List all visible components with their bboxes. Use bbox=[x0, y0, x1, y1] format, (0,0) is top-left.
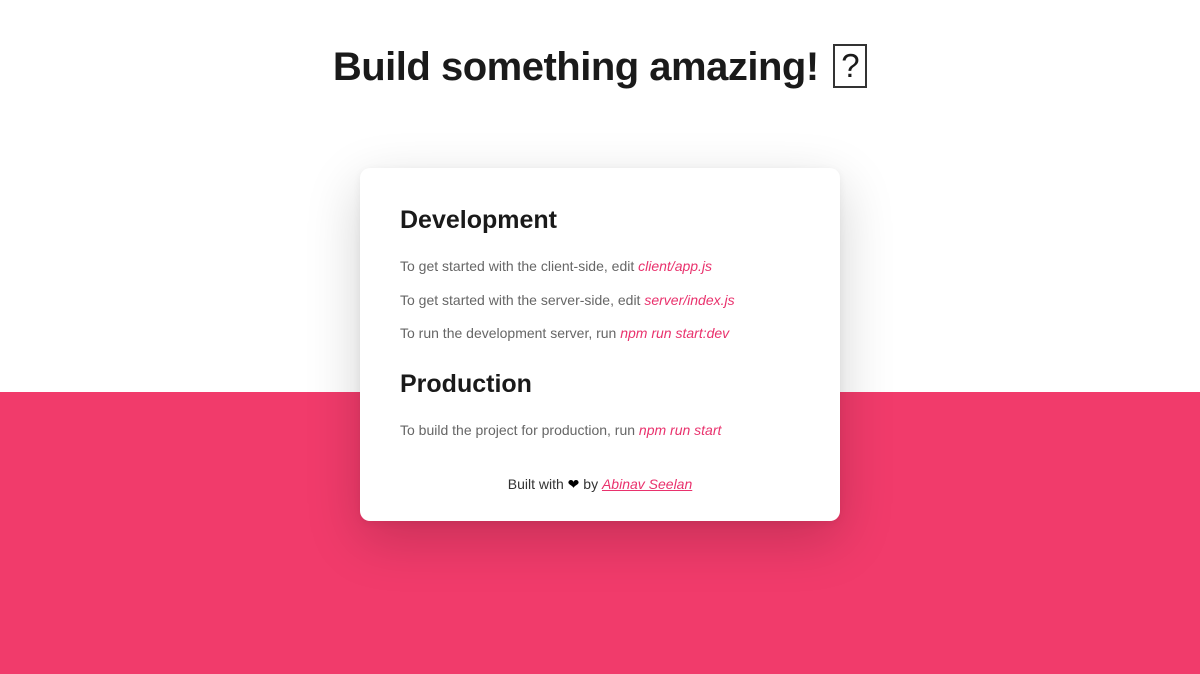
info-card: Development To get started with the clie… bbox=[360, 168, 840, 521]
footer-prefix: Built with bbox=[508, 476, 568, 492]
prod-line-build: To build the project for production, run… bbox=[400, 421, 800, 441]
dev-line-server-text: To get started with the server-side, edi… bbox=[400, 292, 644, 308]
dev-line-client-text: To get started with the client-side, edi… bbox=[400, 258, 638, 274]
page-title: Build something amazing! ? bbox=[0, 44, 1200, 90]
production-heading: Production bbox=[400, 370, 800, 399]
dev-line-client-code: client/app.js bbox=[638, 258, 712, 274]
dev-line-server-code: server/index.js bbox=[644, 292, 734, 308]
dev-line-run-text: To run the development server, run bbox=[400, 325, 620, 341]
emoji-placeholder-icon: ? bbox=[833, 44, 867, 88]
page-title-text: Build something amazing! bbox=[333, 45, 819, 89]
author-link[interactable]: Abinav Seelan bbox=[602, 476, 692, 492]
footer-by: by bbox=[579, 476, 602, 492]
dev-line-client: To get started with the client-side, edi… bbox=[400, 257, 800, 277]
dev-line-server: To get started with the server-side, edi… bbox=[400, 291, 800, 311]
prod-line-build-text: To build the project for production, run bbox=[400, 422, 639, 438]
card-footer: Built with ❤ by Abinav Seelan bbox=[400, 476, 800, 493]
development-heading: Development bbox=[400, 206, 800, 235]
prod-line-build-code: npm run start bbox=[639, 422, 721, 438]
heart-icon: ❤ bbox=[568, 476, 580, 492]
dev-line-run-code: npm run start:dev bbox=[620, 325, 729, 341]
dev-line-run: To run the development server, run npm r… bbox=[400, 324, 800, 344]
